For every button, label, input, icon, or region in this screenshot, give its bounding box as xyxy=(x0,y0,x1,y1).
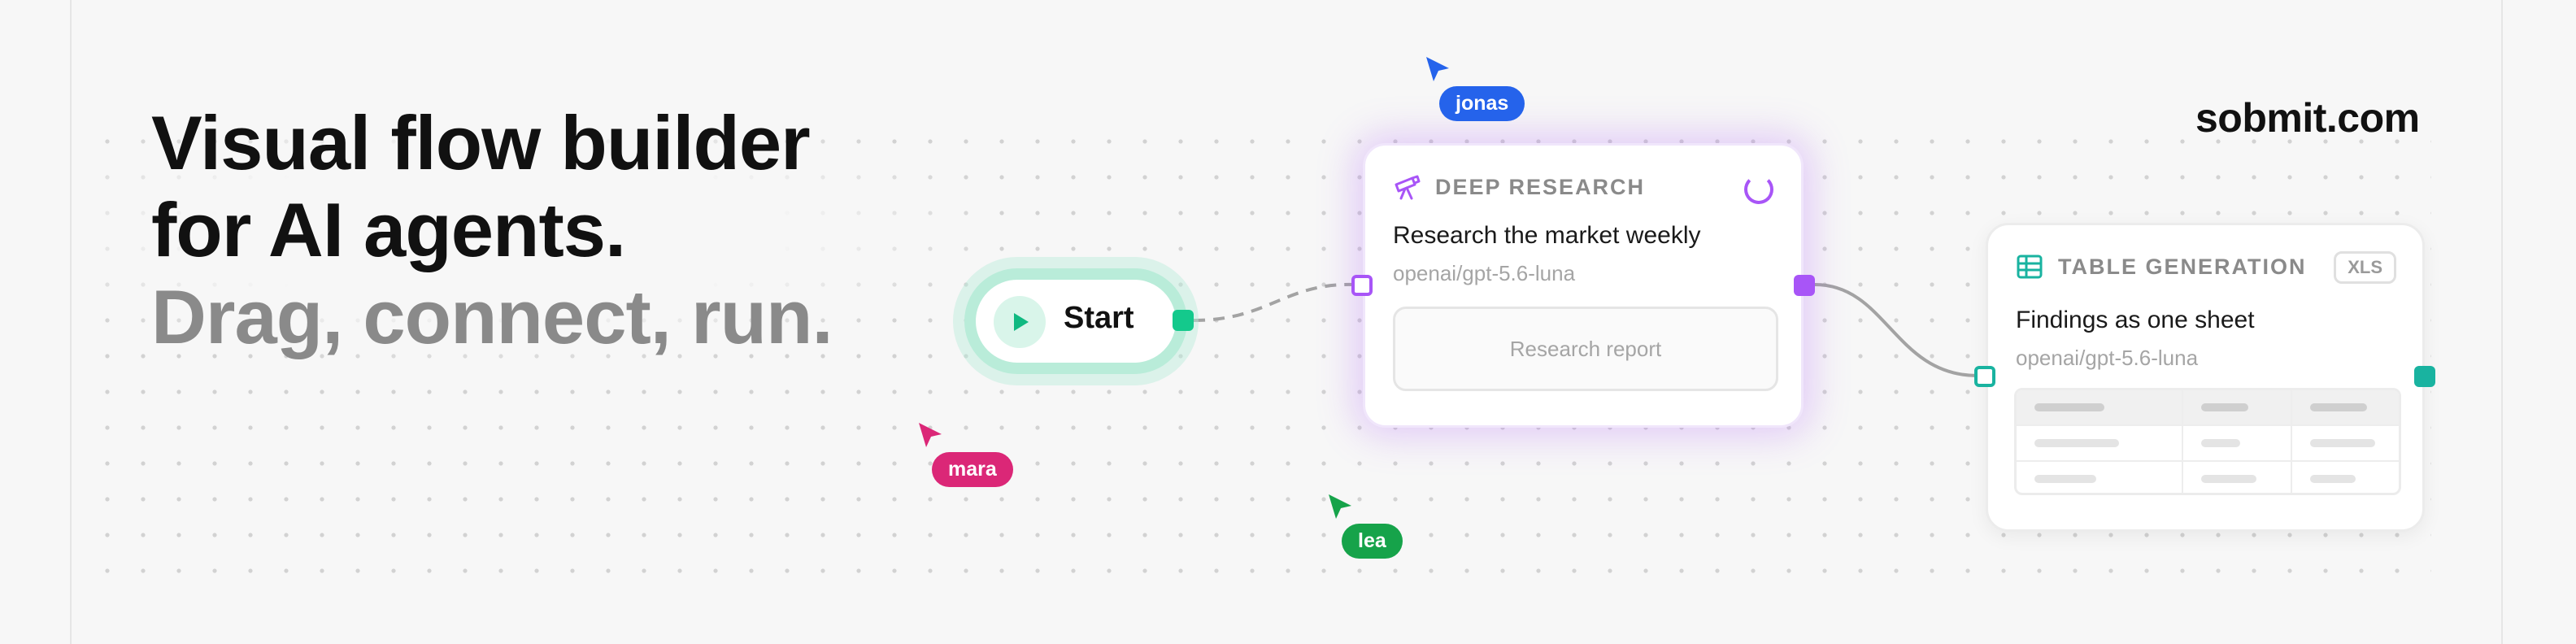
table-generation-header: TABLE GENERATION xyxy=(2016,253,2307,281)
deep-research-kicker: DEEP RESEARCH xyxy=(1435,174,1646,199)
cursor-jonas-arrow xyxy=(1426,57,1449,81)
table-generation-title: Findings as one sheet xyxy=(2016,307,2255,333)
cursor-jonas-tag: jonas xyxy=(1439,86,1525,121)
table-generation-model: openai/gpt-5.6-luna xyxy=(2016,346,2199,370)
xls-badge: XLS xyxy=(2334,251,2396,284)
deep-research-input-port[interactable] xyxy=(1351,275,1373,296)
cursor-lea-arrow xyxy=(1329,494,1351,519)
deep-research-node[interactable]: DEEP RESEARCH Research the market weekly… xyxy=(1363,143,1804,428)
wire-research-to-table xyxy=(1814,283,1978,377)
table-preview-row xyxy=(2017,426,2399,462)
table-preview-header-row xyxy=(2017,390,2399,426)
cursor-lea xyxy=(1327,493,1355,524)
research-report-output[interactable]: Research report xyxy=(1393,307,1778,391)
cursor-mara xyxy=(917,421,945,452)
cursor-mara-arrow xyxy=(919,423,942,447)
telescope-icon xyxy=(1395,175,1421,200)
cursor-lea-tag: lea xyxy=(1342,524,1403,559)
table-generation-input-port[interactable] xyxy=(1974,366,1995,387)
deep-research-output-port[interactable] xyxy=(1794,275,1815,296)
cursor-arrow-icon xyxy=(919,423,942,447)
cursor-mara-tag: mara xyxy=(932,452,1013,487)
table-preview-row xyxy=(2017,462,2399,493)
table-generation-output-port[interactable] xyxy=(2414,366,2435,387)
table-preview xyxy=(2014,388,2401,495)
start-node[interactable]: Start xyxy=(964,268,1187,374)
table-generation-node[interactable]: TABLE GENERATION XLS Findings as one she… xyxy=(1986,223,2425,532)
cursor-arrow-icon xyxy=(1329,494,1351,519)
deep-research-header: DEEP RESEARCH xyxy=(1393,173,1645,201)
deep-research-title: Research the market weekly xyxy=(1393,222,1701,249)
deep-research-model: openai/gpt-5.6-luna xyxy=(1393,261,1576,285)
start-node-label: Start xyxy=(1064,301,1134,335)
wire-start-to-research xyxy=(1193,282,1354,322)
start-output-port[interactable] xyxy=(1173,310,1194,331)
loading-spinner-icon xyxy=(1744,175,1773,204)
table-generation-kicker: TABLE GENERATION xyxy=(2058,254,2307,279)
cursor-jonas xyxy=(1425,55,1452,86)
table-icon xyxy=(2017,255,2043,279)
cursor-arrow-icon xyxy=(1426,57,1449,81)
play-icon[interactable] xyxy=(994,296,1046,348)
